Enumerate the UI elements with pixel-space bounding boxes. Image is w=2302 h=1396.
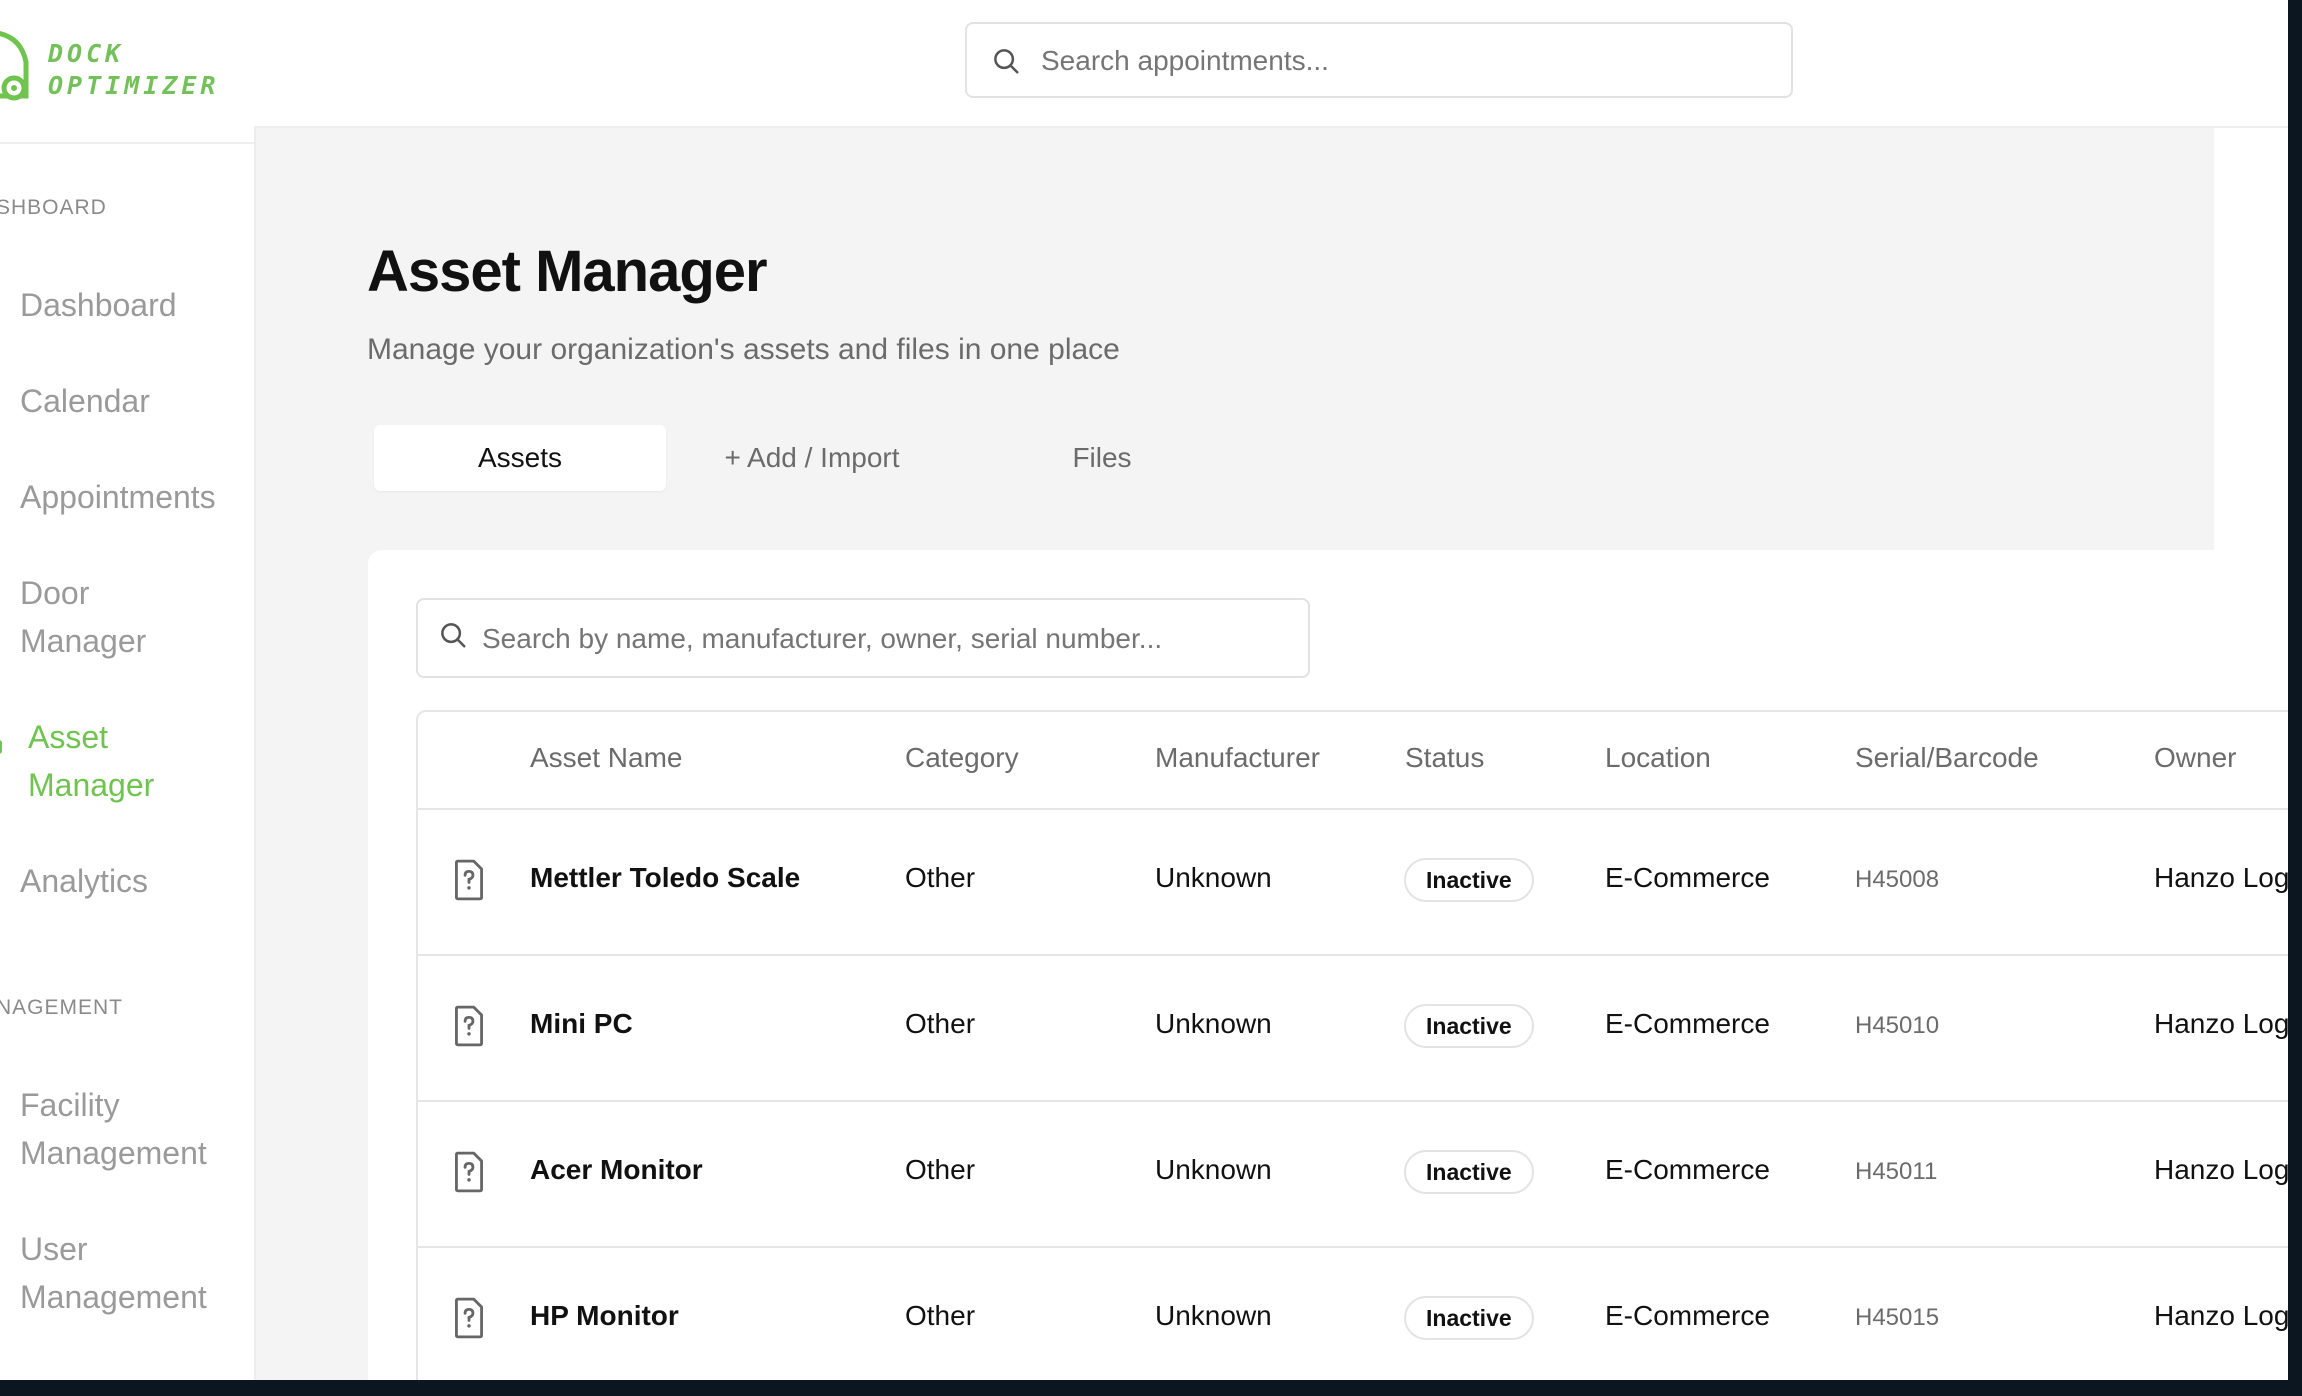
sidebar: DOCK OPTIMIZER SHBOARD Dashboard Calenda…: [0, 0, 256, 1380]
asset-owner: Hanzo Logistics: [2154, 1008, 2288, 1039]
asset-owner: Hanzo Logistics: [2154, 1154, 2288, 1185]
column-header-serial[interactable]: Serial/Barcode: [1855, 742, 2039, 774]
asset-serial: H45015: [1855, 1304, 1940, 1331]
table-header: Asset Name Category Manufacturer Status …: [418, 712, 2288, 810]
column-header-location[interactable]: Location: [1605, 742, 1711, 774]
logo[interactable]: DOCK OPTIMIZER: [0, 0, 254, 144]
tab-assets[interactable]: Assets: [374, 425, 666, 491]
asset-location: E-Commerce: [1605, 1154, 1770, 1185]
table-row[interactable]: HP Monitor Other Unknown Inactive E-Comm…: [418, 1246, 2288, 1380]
logo-line-1: DOCK: [48, 39, 125, 68]
asset-location: E-Commerce: [1605, 1300, 1770, 1331]
column-header-status[interactable]: Status: [1405, 742, 1484, 774]
app-window: DOCK OPTIMIZER SHBOARD Dashboard Calenda…: [0, 0, 2288, 1380]
sidebar-item-calendar[interactable]: Calendar: [20, 377, 250, 425]
asset-manufacturer: Unknown: [1155, 1154, 1272, 1185]
asset-location: E-Commerce: [1605, 1008, 1770, 1039]
page-title: Asset Manager: [367, 239, 768, 304]
appointment-search[interactable]: [965, 22, 1793, 98]
asset-search[interactable]: [416, 598, 1310, 678]
search-icon: [994, 49, 1019, 74]
nav-section-management: NAGEMENT: [0, 996, 124, 1019]
sidebar-item-analytics[interactable]: Analytics: [20, 857, 250, 905]
asset-category: Other: [905, 1300, 976, 1331]
appointment-search-input[interactable]: [1039, 38, 1763, 84]
page-subtitle: Manage your organization's assets and fi…: [367, 333, 1120, 366]
asset-manufacturer: Unknown: [1155, 1300, 1272, 1331]
asset-name[interactable]: HP Monitor: [530, 1300, 679, 1332]
asset-search-input[interactable]: [480, 616, 1294, 662]
assets-table: Asset Name Category Manufacturer Status …: [416, 710, 2288, 1380]
column-header-owner[interactable]: Owner: [2154, 742, 2236, 774]
unknown-file-icon: [455, 1005, 483, 1047]
nav-section-dashboard: SHBOARD: [0, 196, 107, 219]
asset-manufacturer: Unknown: [1155, 1008, 1272, 1039]
status-badge: Inactive: [1404, 1296, 1534, 1340]
asset-serial: H45008: [1855, 866, 1940, 893]
asset-serial: H45010: [1855, 1012, 1940, 1039]
truck-logo-icon: [0, 31, 29, 101]
asset-name[interactable]: Mettler Toledo Scale: [530, 862, 800, 894]
search-icon: [441, 623, 466, 648]
sidebar-item-door-manager[interactable]: Door Manager: [20, 569, 170, 665]
sidebar-item-asset-manager[interactable]: Asset Manager: [28, 713, 178, 809]
asset-manufacturer: Unknown: [1155, 862, 1272, 893]
asset-category: Other: [905, 1008, 976, 1039]
status-badge: Inactive: [1404, 858, 1534, 902]
table-row[interactable]: Mettler Toledo Scale Other Unknown Inact…: [418, 808, 2288, 956]
sidebar-item-user-management[interactable]: User Management: [20, 1225, 240, 1321]
column-header-asset-name[interactable]: Asset Name: [530, 742, 683, 774]
table-row[interactable]: Acer Monitor Other Unknown Inactive E-Co…: [418, 1100, 2288, 1248]
asset-category: Other: [905, 1154, 976, 1185]
asset-name[interactable]: Acer Monitor: [530, 1154, 703, 1186]
column-header-manufacturer[interactable]: Manufacturer: [1155, 742, 1320, 774]
table-row[interactable]: Mini PC Other Unknown Inactive E-Commerc…: [418, 954, 2288, 1102]
asset-location: E-Commerce: [1605, 862, 1770, 893]
status-badge: Inactive: [1404, 1004, 1534, 1048]
asset-owner: Hanzo Logistics: [2154, 1300, 2288, 1331]
asset-category: Other: [905, 862, 976, 893]
asset-name[interactable]: Mini PC: [530, 1008, 633, 1040]
assets-card: Asset Name Category Manufacturer Status …: [368, 550, 2288, 1380]
unknown-file-icon: [455, 859, 483, 901]
column-header-category[interactable]: Category: [905, 742, 1019, 774]
status-badge: Inactive: [1404, 1150, 1534, 1194]
tab-add-import[interactable]: + Add / Import: [693, 425, 931, 491]
sidebar-item-appointments[interactable]: Appointments: [20, 473, 250, 521]
unknown-file-icon: [455, 1297, 483, 1339]
logo-wordmark: DOCK OPTIMIZER: [48, 38, 219, 102]
asset-owner: Hanzo Logistics: [2154, 862, 2288, 893]
active-indicator: [0, 740, 2, 754]
top-bar: [254, 0, 2288, 128]
logo-line-2: OPTIMIZER: [48, 71, 220, 100]
unknown-file-icon: [455, 1151, 483, 1193]
tab-files[interactable]: Files: [1047, 425, 1157, 491]
asset-serial: H45011: [1855, 1158, 1938, 1185]
sidebar-item-dashboard[interactable]: Dashboard: [20, 281, 250, 329]
sidebar-item-facility-management[interactable]: Facility Management: [20, 1081, 240, 1177]
